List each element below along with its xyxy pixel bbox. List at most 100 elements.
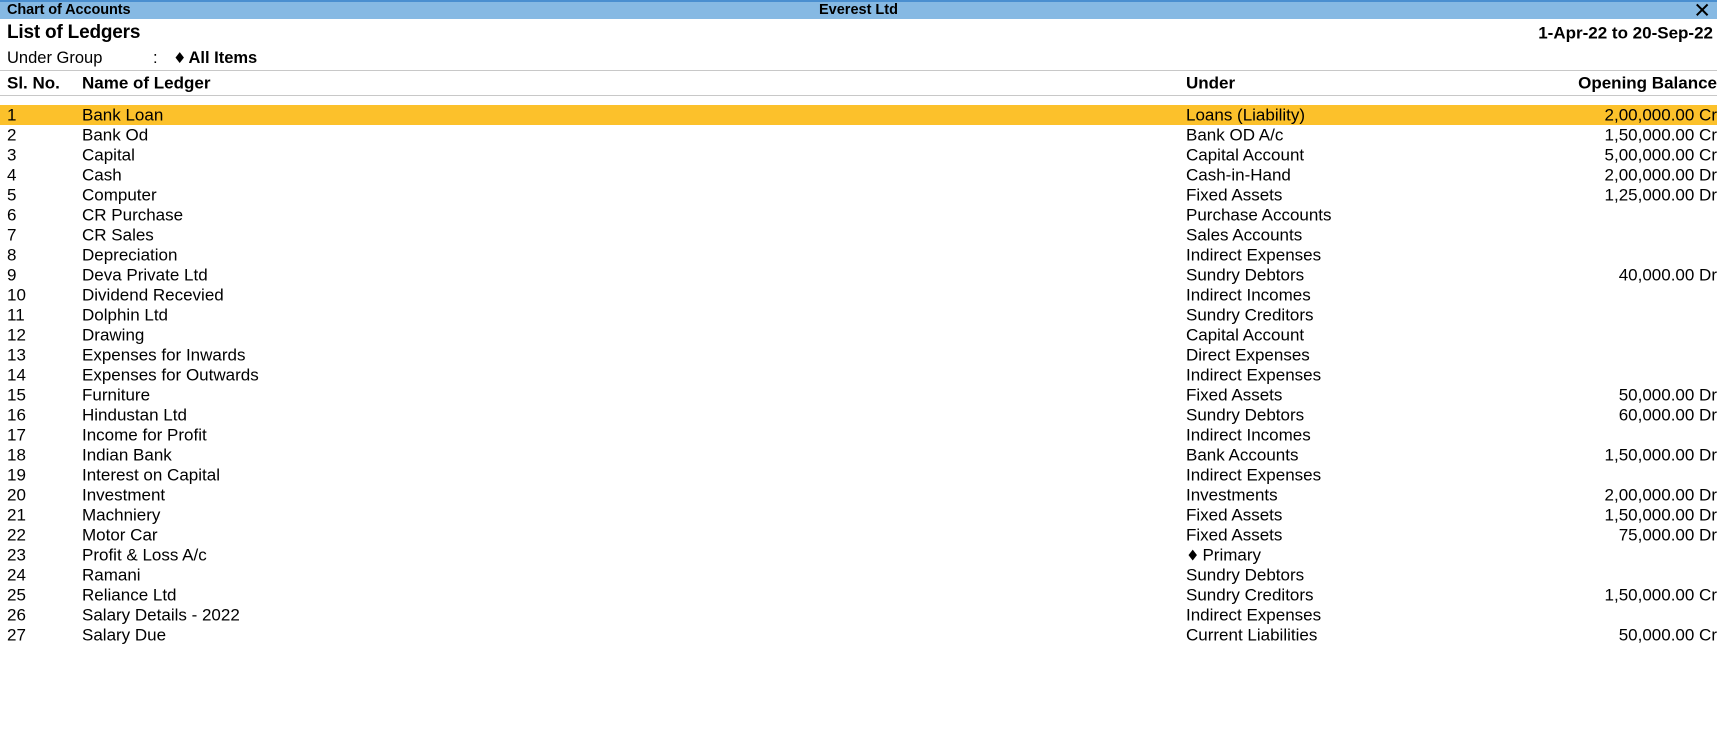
table-row[interactable]: 7 CR Sales Sales Accounts: [0, 225, 1717, 245]
table-row[interactable]: 9 Deva Private Ltd Sundry Debtors 40,000.00…: [0, 265, 1717, 285]
table-row[interactable]: 18 Indian Bank Bank Accounts 1,50,000.00 Dr: [0, 445, 1717, 465]
row-under-group: Indirect Expenses: [1186, 367, 1321, 384]
row-under-group-text: Bank OD A/c: [1186, 125, 1284, 145]
row-under-group-text: Sundry Creditors: [1186, 305, 1314, 325]
row-under-group: Bank Accounts: [1186, 447, 1298, 464]
row-ledger-name[interactable]: Investment: [82, 487, 165, 504]
row-sl-no: 2: [7, 125, 17, 145]
row-sl-no: 9: [7, 265, 17, 285]
table-row[interactable]: 14 Expenses for Outwards Indirect Expenses: [0, 365, 1717, 385]
table-row[interactable]: 23 Profit & Loss A/c ♦ Primary: [0, 545, 1717, 565]
row-under-group: Current Liabilities: [1186, 627, 1317, 644]
ledger-table-body: 1 Bank Loan Loans (Liability) 2,00,000.00 C…: [0, 96, 1717, 645]
table-row[interactable]: 2 Bank Od Bank OD A/c 1,50,000.00 Cr: [0, 125, 1717, 145]
row-opening-balance: 1,50,000.00 Cr: [1604, 125, 1717, 145]
row-ledger-name[interactable]: Reliance Ltd: [82, 587, 177, 604]
row-under-group: Indirect Incomes: [1186, 427, 1311, 444]
row-sl-no: 5: [7, 185, 17, 205]
row-under-group-text: Indirect Expenses: [1186, 365, 1322, 385]
row-under-group-text: Capital Account: [1186, 325, 1305, 345]
under-group-colon: :: [153, 48, 158, 67]
row-ledger-name[interactable]: Salary Due: [82, 627, 166, 644]
row-ledger-name[interactable]: Ramani: [82, 567, 141, 584]
row-ledger-name[interactable]: Expenses for Inwards: [82, 347, 245, 364]
table-row[interactable]: 15 Furniture Fixed Assets 50,000.00 Dr: [0, 385, 1717, 405]
row-under-group-text: Indirect Incomes: [1186, 285, 1311, 305]
row-under-group-text: Bank Accounts: [1186, 445, 1299, 465]
row-under-group: Loans (Liability): [1186, 107, 1305, 124]
row-opening-balance: 50,000.00 Dr: [1618, 385, 1717, 405]
row-under-group: Capital Account: [1186, 327, 1304, 344]
table-row[interactable]: 12 Drawing Capital Account: [0, 325, 1717, 345]
table-row[interactable]: 13 Expenses for Inwards Direct Expenses: [0, 345, 1717, 365]
row-ledger-name[interactable]: Profit & Loss A/c: [82, 547, 207, 564]
table-row[interactable]: 10 Dividend Recevied Indirect Incomes: [0, 285, 1717, 305]
report-header-line1: List of Ledgers 1-Apr-22 to 20-Sep-22: [7, 19, 1713, 46]
row-ledger-name[interactable]: Computer: [82, 187, 157, 204]
row-under-group: Fixed Assets: [1186, 527, 1282, 544]
row-under-group: Sundry Creditors: [1186, 307, 1314, 324]
row-ledger-name[interactable]: Expenses for Outwards: [82, 367, 259, 384]
window-titlebar: Chart of Accounts Everest Ltd ✕: [0, 0, 1717, 19]
table-row[interactable]: 6 CR Purchase Purchase Accounts: [0, 205, 1717, 225]
row-under-group: Sundry Creditors: [1186, 587, 1314, 604]
row-ledger-name[interactable]: Interest on Capital: [82, 467, 220, 484]
row-ledger-name[interactable]: Dolphin Ltd: [82, 307, 168, 324]
row-ledger-name[interactable]: Capital: [82, 147, 135, 164]
row-ledger-name[interactable]: Indian Bank: [82, 447, 172, 464]
table-row[interactable]: 20 Investment Investments 2,00,000.00 Dr: [0, 485, 1717, 505]
table-row[interactable]: 24 Ramani Sundry Debtors: [0, 565, 1717, 585]
row-sl-no: 17: [7, 425, 26, 445]
table-row[interactable]: 27 Salary Due Current Liabilities 50,000.00…: [0, 625, 1717, 645]
row-under-group-text: Fixed Assets: [1186, 505, 1283, 525]
row-under-group-text: Sales Accounts: [1186, 225, 1303, 245]
row-ledger-name[interactable]: Depreciation: [82, 247, 177, 264]
under-group-value-text: All Items: [188, 48, 258, 67]
table-row[interactable]: 19 Interest on Capital Indirect Expenses: [0, 465, 1717, 485]
row-under-group: Indirect Expenses: [1186, 607, 1321, 624]
close-icon[interactable]: ✕: [1693, 2, 1711, 19]
row-ledger-name[interactable]: Salary Details - 2022: [82, 607, 240, 624]
row-ledger-name[interactable]: Bank Od: [82, 127, 148, 144]
table-row[interactable]: 1 Bank Loan Loans (Liability) 2,00,000.00 C…: [0, 105, 1717, 125]
under-group-value[interactable]: ♦ All Items: [173, 50, 257, 67]
table-row[interactable]: 17 Income for Profit Indirect Incomes: [0, 425, 1717, 445]
row-ledger-name[interactable]: Drawing: [82, 327, 144, 344]
row-ledger-name[interactable]: Cash: [82, 167, 122, 184]
table-column-header: Sl. No. Name of Ledger Under Opening Bal…: [0, 70, 1717, 96]
table-row[interactable]: 4 Cash Cash-in-Hand 2,00,000.00 Dr: [0, 165, 1717, 185]
row-opening-balance: 60,000.00 Dr: [1618, 405, 1717, 425]
row-sl-no: 4: [7, 165, 17, 185]
row-ledger-name[interactable]: Hindustan Ltd: [82, 407, 187, 424]
row-ledger-name[interactable]: Machniery: [82, 507, 160, 524]
column-header-opening-balance: Opening Balance: [1578, 73, 1717, 93]
table-row[interactable]: 21 Machniery Fixed Assets 1,50,000.00 Dr: [0, 505, 1717, 525]
row-sl-no: 25: [7, 585, 26, 605]
table-row[interactable]: 8 Depreciation Indirect Expenses: [0, 245, 1717, 265]
row-ledger-name[interactable]: Income for Profit: [82, 427, 207, 444]
under-group-filter[interactable]: Under Group : ♦ All Items: [7, 46, 1713, 70]
table-row[interactable]: 16 Hindustan Ltd Sundry Debtors 60,000.00 D…: [0, 405, 1717, 425]
table-row[interactable]: 25 Reliance Ltd Sundry Creditors 1,50,000.0…: [0, 585, 1717, 605]
row-under-group: Fixed Assets: [1186, 387, 1282, 404]
row-ledger-name[interactable]: CR Purchase: [82, 207, 183, 224]
report-header: List of Ledgers 1-Apr-22 to 20-Sep-22 Un…: [0, 19, 1717, 70]
row-ledger-name[interactable]: CR Sales: [82, 227, 154, 244]
row-ledger-name[interactable]: Deva Private Ltd: [82, 267, 208, 284]
row-sl-no: 6: [7, 205, 17, 225]
row-under-group-text: Sundry Debtors: [1186, 565, 1305, 585]
table-row[interactable]: 3 Capital Capital Account 5,00,000.00 Cr: [0, 145, 1717, 165]
row-under-group: Sundry Debtors: [1186, 567, 1304, 584]
row-sl-no: 7: [7, 225, 17, 245]
row-ledger-name[interactable]: Bank Loan: [82, 107, 163, 124]
table-row[interactable]: 22 Motor Car Fixed Assets 75,000.00 Dr: [0, 525, 1717, 545]
table-row[interactable]: 26 Salary Details - 2022 Indirect Expenses: [0, 605, 1717, 625]
row-ledger-name[interactable]: Dividend Recevied: [82, 287, 224, 304]
row-opening-balance: 1,25,000.00 Dr: [1604, 185, 1717, 205]
row-opening-balance: 1,50,000.00 Cr: [1604, 585, 1717, 605]
ledger-rows: 1 Bank Loan Loans (Liability) 2,00,000.00 C…: [0, 105, 1717, 645]
table-row[interactable]: 5 Computer Fixed Assets 1,25,000.00 Dr: [0, 185, 1717, 205]
row-ledger-name[interactable]: Motor Car: [82, 527, 158, 544]
table-row[interactable]: 11 Dolphin Ltd Sundry Creditors: [0, 305, 1717, 325]
row-ledger-name[interactable]: Furniture: [82, 387, 150, 404]
